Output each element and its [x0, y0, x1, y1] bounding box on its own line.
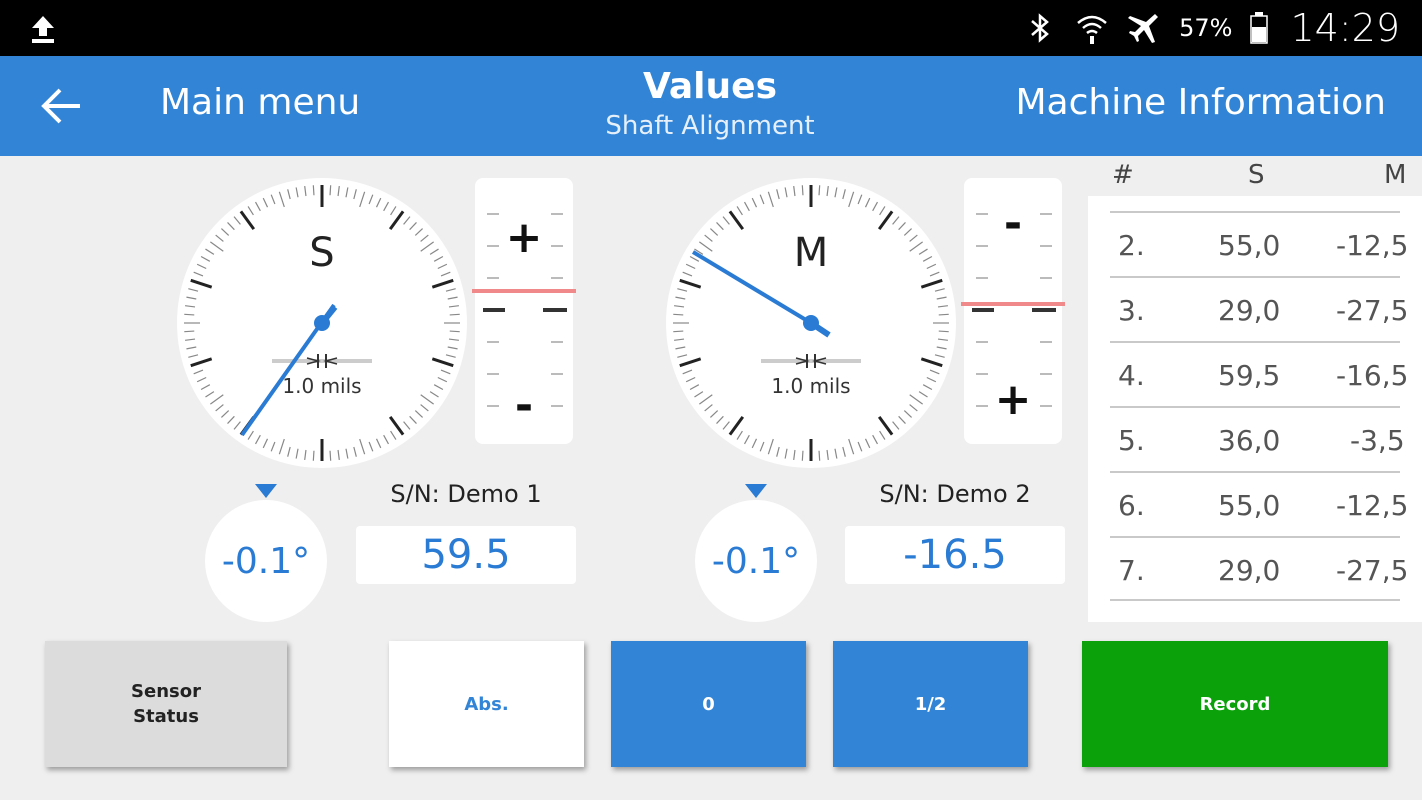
- table-row[interactable]: 2. 55,0 -12,5: [1088, 212, 1422, 276]
- row-divider: [1110, 599, 1400, 601]
- dial-tick: [449, 330, 460, 333]
- row-s-value: 55,0: [1218, 489, 1281, 522]
- dial-face: [177, 178, 467, 468]
- row-m-value: -12,5: [1336, 489, 1409, 522]
- bluetooth-icon: [1031, 13, 1050, 43]
- dial-scale-label: 1.0 mils: [771, 374, 851, 398]
- inclination-marker-icon: [255, 484, 277, 498]
- value-readout-s: 59.5: [356, 526, 576, 584]
- dial-tick: [801, 450, 804, 461]
- row-s-value: 36,0: [1218, 424, 1281, 457]
- table-row[interactable]: 3. 29,0 -27,5: [1088, 277, 1422, 341]
- dial-letter: S: [309, 230, 335, 276]
- row-m-value: -27,5: [1336, 554, 1409, 587]
- serial-number-m: S/N: Demo 2: [879, 480, 1031, 508]
- row-s-value: 59,5: [1218, 359, 1281, 392]
- row-index: 6.: [1118, 489, 1145, 522]
- bar-top-sign: -: [1003, 198, 1023, 249]
- record-button[interactable]: Record: [1082, 641, 1388, 767]
- bar-top-sign: +: [505, 212, 543, 263]
- indicator-line-s: [472, 289, 576, 293]
- dial-gauge-s: S 1.0 mils: [177, 178, 467, 468]
- row-m-value: -27,5: [1336, 294, 1409, 327]
- table-row[interactable]: 4. 59,5 -16,5: [1088, 342, 1422, 406]
- dial-face: [666, 178, 956, 468]
- row-index: 3.: [1118, 294, 1145, 327]
- results-table-header: # S M: [1088, 158, 1422, 198]
- battery-percent: 57%: [1179, 14, 1233, 42]
- dial-tick: [329, 450, 332, 461]
- dial-tick: [673, 330, 684, 333]
- dial-gauge-m: M 1.0 mils: [666, 178, 956, 468]
- machine-information-link[interactable]: Machine Information: [1015, 82, 1386, 123]
- bar-bottom-sign: +: [994, 374, 1032, 425]
- dial-tick: [673, 313, 684, 316]
- dial-tick: [312, 450, 315, 461]
- back-arrow-icon[interactable]: [38, 84, 84, 128]
- sensor-status-button[interactable]: Sensor Status: [45, 641, 287, 767]
- dial-letter: M: [793, 230, 829, 276]
- row-m-value: -12,5: [1336, 229, 1409, 262]
- row-index: 7.: [1118, 554, 1145, 587]
- dial-tick: [938, 330, 949, 333]
- table-row[interactable]: 7. 29,0 -27,5: [1088, 537, 1422, 601]
- page-title-group: Values Shaft Alignment: [560, 66, 860, 141]
- row-m-value: -16,5: [1336, 359, 1409, 392]
- inclination-value-s: -0.1°: [205, 500, 327, 622]
- dial-tick: [801, 185, 804, 196]
- dial-tick: [449, 313, 460, 316]
- row-s-value: 29,0: [1218, 554, 1281, 587]
- dial-tick: [312, 185, 315, 196]
- indicator-line-m: [961, 302, 1065, 306]
- app-bar: Main menu Values Shaft Alignment Machine…: [0, 56, 1422, 156]
- column-header-s: S: [1248, 160, 1265, 190]
- zero-button[interactable]: 0: [611, 641, 806, 767]
- results-table[interactable]: 2. 55,0 -12,5 3. 29,0 -27,5 4. 59,5 -16,…: [1088, 196, 1422, 622]
- row-s-value: 55,0: [1218, 229, 1281, 262]
- deviation-bar-s: + -: [475, 178, 573, 444]
- table-row[interactable]: 6. 55,0 -12,5: [1088, 472, 1422, 536]
- bar-bottom-sign: -: [514, 380, 534, 431]
- abs-button[interactable]: Abs.: [389, 641, 584, 767]
- half-button[interactable]: 1/2: [833, 641, 1028, 767]
- dial-scale-label: 1.0 mils: [282, 374, 362, 398]
- row-index: 4.: [1118, 359, 1145, 392]
- page-subtitle: Shaft Alignment: [605, 111, 815, 141]
- dial-tick: [938, 313, 949, 316]
- column-header-number: #: [1112, 160, 1134, 190]
- column-header-m: M: [1384, 160, 1407, 190]
- deviation-bar-m: - +: [964, 178, 1062, 444]
- airplane-icon: [1128, 14, 1159, 43]
- page-title: Values: [643, 66, 777, 107]
- upload-icon: [32, 16, 54, 43]
- clock: 14:29: [1290, 6, 1400, 50]
- row-s-value: 29,0: [1218, 294, 1281, 327]
- dial-tick: [184, 330, 195, 333]
- battery-icon: [1250, 12, 1269, 44]
- main-menu-link[interactable]: Main menu: [160, 82, 360, 123]
- inclination-marker-icon: [745, 484, 767, 498]
- wifi-icon: [1077, 15, 1107, 44]
- dial-tick: [184, 313, 195, 316]
- row-m-value: -3,5: [1350, 424, 1405, 457]
- row-index: 2.: [1118, 229, 1145, 262]
- inclination-value-m: -0.1°: [695, 500, 817, 622]
- status-bar: 57% 14:29: [0, 0, 1422, 56]
- row-index: 5.: [1118, 424, 1145, 457]
- dial-tick: [818, 185, 821, 196]
- serial-number-s: S/N: Demo 1: [390, 480, 542, 508]
- dial-tick: [329, 185, 332, 196]
- value-readout-m: -16.5: [845, 526, 1065, 584]
- dial-tick: [818, 450, 821, 461]
- table-row[interactable]: 5. 36,0 -3,5: [1088, 407, 1422, 471]
